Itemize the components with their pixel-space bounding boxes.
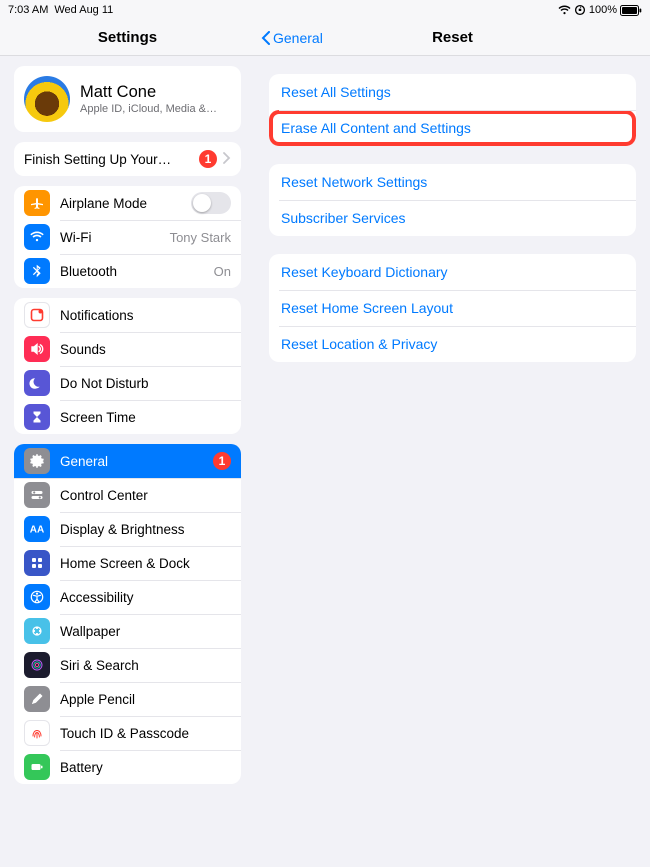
airplane-icon [24, 190, 50, 216]
screentime-cell[interactable]: Screen Time [14, 400, 241, 434]
control-center-icon [24, 482, 50, 508]
status-time: 7:03 AM [8, 4, 48, 16]
touchid-cell[interactable]: Touch ID & Passcode [14, 716, 241, 750]
general-cell[interactable]: General 1 [14, 444, 241, 478]
wallpaper-label: Wallpaper [60, 624, 231, 639]
erase-all-content-label: Erase All Content and Settings [281, 120, 624, 136]
wallpaper-cell[interactable]: Wallpaper [14, 614, 241, 648]
subscriber-services-label: Subscriber Services [281, 210, 624, 226]
siri-cell[interactable]: Siri & Search [14, 648, 241, 682]
reset-location-cell[interactable]: Reset Location & Privacy [269, 326, 636, 362]
wifi-value: Tony Stark [170, 230, 231, 245]
bluetooth-icon [24, 258, 50, 284]
wifi-icon [558, 5, 571, 15]
hourglass-icon [24, 404, 50, 430]
homescreen-cell[interactable]: Home Screen & Dock [14, 546, 241, 580]
reset-network-label: Reset Network Settings [281, 174, 624, 190]
screentime-label: Screen Time [60, 410, 231, 425]
back-button[interactable]: General [261, 30, 323, 46]
reset-all-settings-cell[interactable]: Reset All Settings [269, 74, 636, 110]
orientation-lock-icon [574, 4, 586, 16]
accessibility-icon [24, 584, 50, 610]
sounds-icon [24, 336, 50, 362]
fingerprint-icon [24, 720, 50, 746]
accessibility-cell[interactable]: Accessibility [14, 580, 241, 614]
wifi-cell[interactable]: Wi-Fi Tony Stark [14, 220, 241, 254]
general-label: General [60, 454, 213, 469]
detail-nav: General Reset [255, 20, 650, 56]
sidebar-nav: Settings [0, 20, 255, 56]
account-name: Matt Cone [80, 83, 231, 102]
control-center-cell[interactable]: Control Center [14, 478, 241, 512]
display-label: Display & Brightness [60, 522, 231, 537]
detail-pane: General Reset Reset All Settings Erase A… [255, 20, 650, 867]
sounds-label: Sounds [60, 342, 231, 357]
battery-settings-icon [24, 754, 50, 780]
general-badge: 1 [213, 452, 231, 470]
pencil-icon [24, 686, 50, 712]
chevron-left-icon [261, 31, 271, 45]
status-date: Wed Aug 11 [54, 4, 113, 16]
back-label: General [273, 30, 323, 46]
dnd-label: Do Not Disturb [60, 376, 231, 391]
display-icon: AA [24, 516, 50, 542]
notifications-label: Notifications [60, 308, 231, 323]
wifi-label: Wi-Fi [60, 230, 170, 245]
battery-label: Battery [60, 760, 231, 775]
detail-title: Reset [432, 29, 473, 46]
bluetooth-cell[interactable]: Bluetooth On [14, 254, 241, 288]
gear-icon [24, 448, 50, 474]
homescreen-icon [24, 550, 50, 576]
sounds-cell[interactable]: Sounds [14, 332, 241, 366]
reset-location-label: Reset Location & Privacy [281, 336, 624, 352]
sidebar-title: Settings [98, 29, 157, 46]
wifi-settings-icon [24, 224, 50, 250]
sidebar: Settings Matt Cone Apple ID, iCloud, Med… [0, 20, 255, 867]
airplane-mode-switch[interactable] [191, 192, 231, 214]
pencil-label: Apple Pencil [60, 692, 231, 707]
accessibility-label: Accessibility [60, 590, 231, 605]
subscriber-services-cell[interactable]: Subscriber Services [269, 200, 636, 236]
wallpaper-icon [24, 618, 50, 644]
notifications-icon [24, 302, 50, 328]
reset-home-cell[interactable]: Reset Home Screen Layout [269, 290, 636, 326]
touchid-label: Touch ID & Passcode [60, 726, 231, 741]
siri-label: Siri & Search [60, 658, 231, 673]
battery-cell[interactable]: Battery [14, 750, 241, 784]
control-center-label: Control Center [60, 488, 231, 503]
finish-setup-badge: 1 [199, 150, 217, 168]
chevron-right-icon [223, 152, 231, 167]
account-cell[interactable]: Matt Cone Apple ID, iCloud, Media &… [14, 66, 241, 132]
siri-icon [24, 652, 50, 678]
bluetooth-value: On [214, 264, 231, 279]
moon-icon [24, 370, 50, 396]
display-cell[interactable]: AA Display & Brightness [14, 512, 241, 546]
status-bar: 7:03 AM Wed Aug 11 100% [0, 0, 650, 20]
erase-all-content-cell[interactable]: Erase All Content and Settings [269, 110, 636, 146]
airplane-mode-label: Airplane Mode [60, 196, 191, 211]
reset-home-label: Reset Home Screen Layout [281, 300, 624, 316]
airplane-mode-cell[interactable]: Airplane Mode [14, 186, 241, 220]
finish-setup-cell[interactable]: Finish Setting Up Your… 1 [14, 142, 241, 176]
reset-keyboard-label: Reset Keyboard Dictionary [281, 264, 624, 280]
svg-text:AA: AA [30, 525, 44, 536]
homescreen-label: Home Screen & Dock [60, 556, 231, 571]
reset-network-cell[interactable]: Reset Network Settings [269, 164, 636, 200]
account-subtitle: Apple ID, iCloud, Media &… [80, 103, 231, 115]
finish-setup-label: Finish Setting Up Your… [24, 152, 199, 167]
dnd-cell[interactable]: Do Not Disturb [14, 366, 241, 400]
reset-keyboard-cell[interactable]: Reset Keyboard Dictionary [269, 254, 636, 290]
avatar [24, 76, 70, 122]
reset-all-settings-label: Reset All Settings [281, 84, 624, 100]
bluetooth-label: Bluetooth [60, 264, 214, 279]
notifications-cell[interactable]: Notifications [14, 298, 241, 332]
battery-icon [620, 5, 642, 16]
pencil-cell[interactable]: Apple Pencil [14, 682, 241, 716]
battery-percentage: 100% [589, 4, 617, 16]
